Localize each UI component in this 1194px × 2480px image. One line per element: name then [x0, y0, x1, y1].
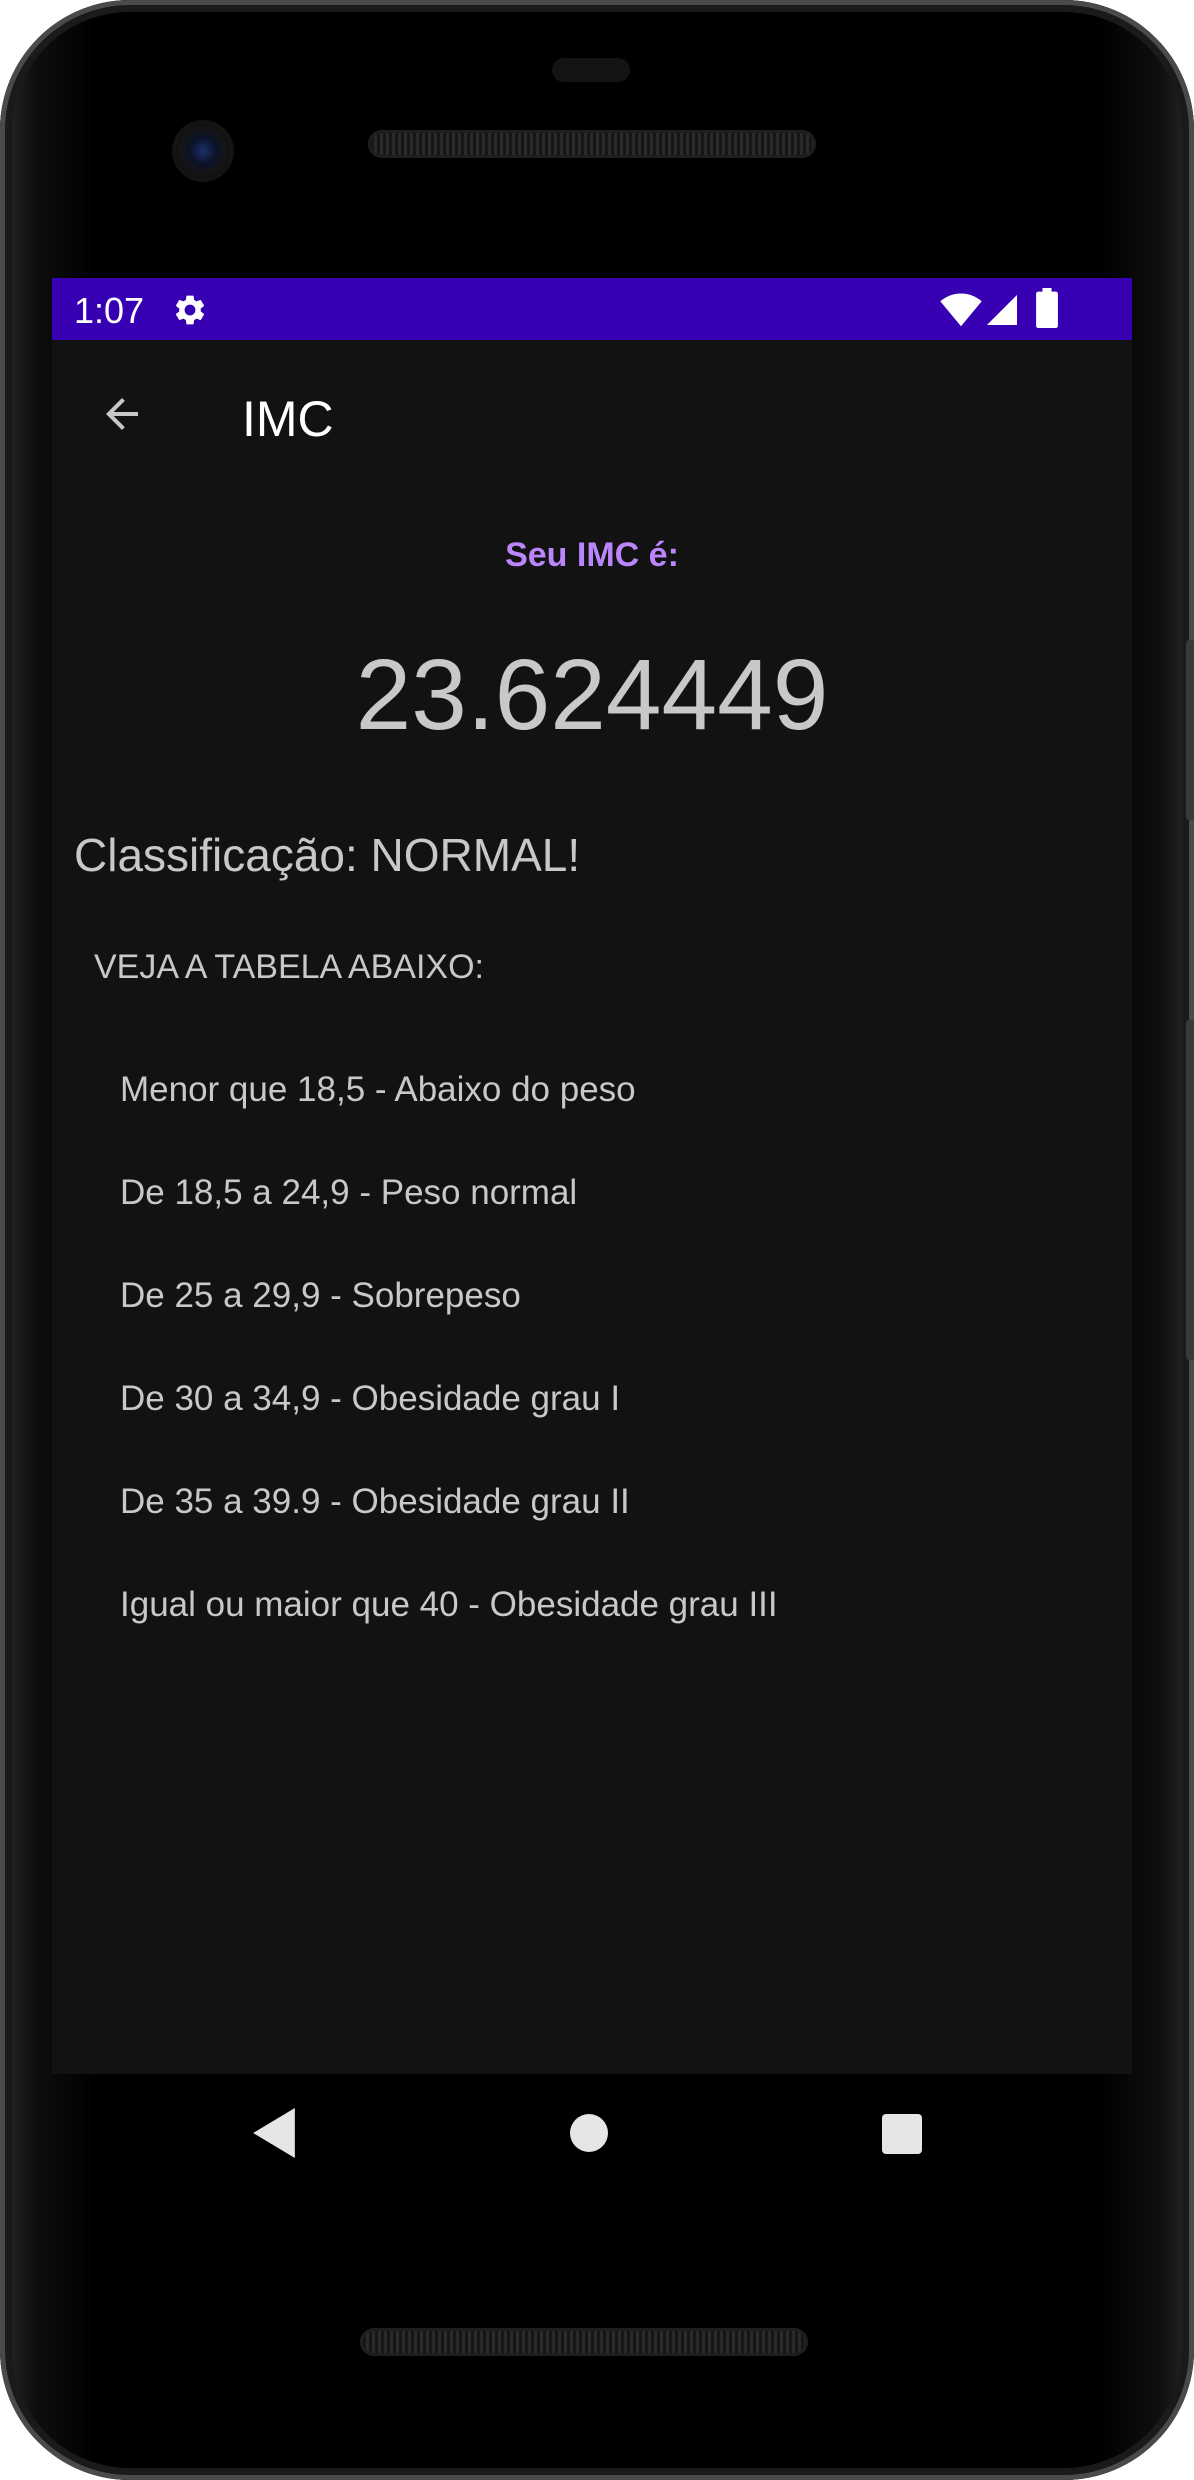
app-bar: IMC [52, 340, 1132, 486]
phone-frame: 1:07 IMC Seu IMC é: 23.624449 Classifica… [0, 0, 1194, 2480]
table-row: De 25 a 29,9 - Sobrepeso [120, 1276, 521, 1315]
power-button [1186, 640, 1194, 820]
screen: 1:07 IMC Seu IMC é: 23.624449 Classifica… [52, 278, 1132, 2074]
table-row: De 35 a 39.9 - Obesidade grau II [120, 1482, 630, 1521]
status-bar: 1:07 [52, 278, 1132, 340]
result-label: Seu IMC é: [505, 536, 679, 574]
wifi-icon [940, 293, 982, 327]
back-arrow-icon[interactable] [98, 390, 146, 438]
front-camera [176, 124, 230, 178]
table-row: Igual ou maior que 40 - Obesidade grau I… [120, 1585, 778, 1624]
table-row: Menor que 18,5 - Abaixo do peso [120, 1070, 636, 1109]
earpiece-speaker [368, 130, 816, 158]
nav-back-icon[interactable] [252, 2108, 296, 2158]
signal-icon [987, 295, 1017, 325]
battery-icon [1036, 288, 1058, 328]
status-time: 1:07 [74, 290, 145, 331]
table-row: De 30 a 34,9 - Obesidade grau I [120, 1379, 621, 1418]
classification-text: Classificação: NORMAL! [74, 829, 581, 881]
gear-icon [175, 295, 205, 325]
table-row: De 18,5 a 24,9 - Peso normal [120, 1173, 578, 1212]
table-heading: VEJA A TABELA ABAIXO: [94, 948, 484, 986]
app-title: IMC [242, 391, 334, 447]
proximity-sensor [552, 58, 630, 82]
nav-recents-icon[interactable] [882, 2114, 922, 2154]
bottom-speaker [360, 2328, 808, 2356]
bmi-value: 23.624449 [355, 639, 829, 751]
nav-home-icon[interactable] [570, 2114, 608, 2152]
navigation-bar [52, 2074, 1132, 2204]
volume-button [1186, 1020, 1194, 1360]
